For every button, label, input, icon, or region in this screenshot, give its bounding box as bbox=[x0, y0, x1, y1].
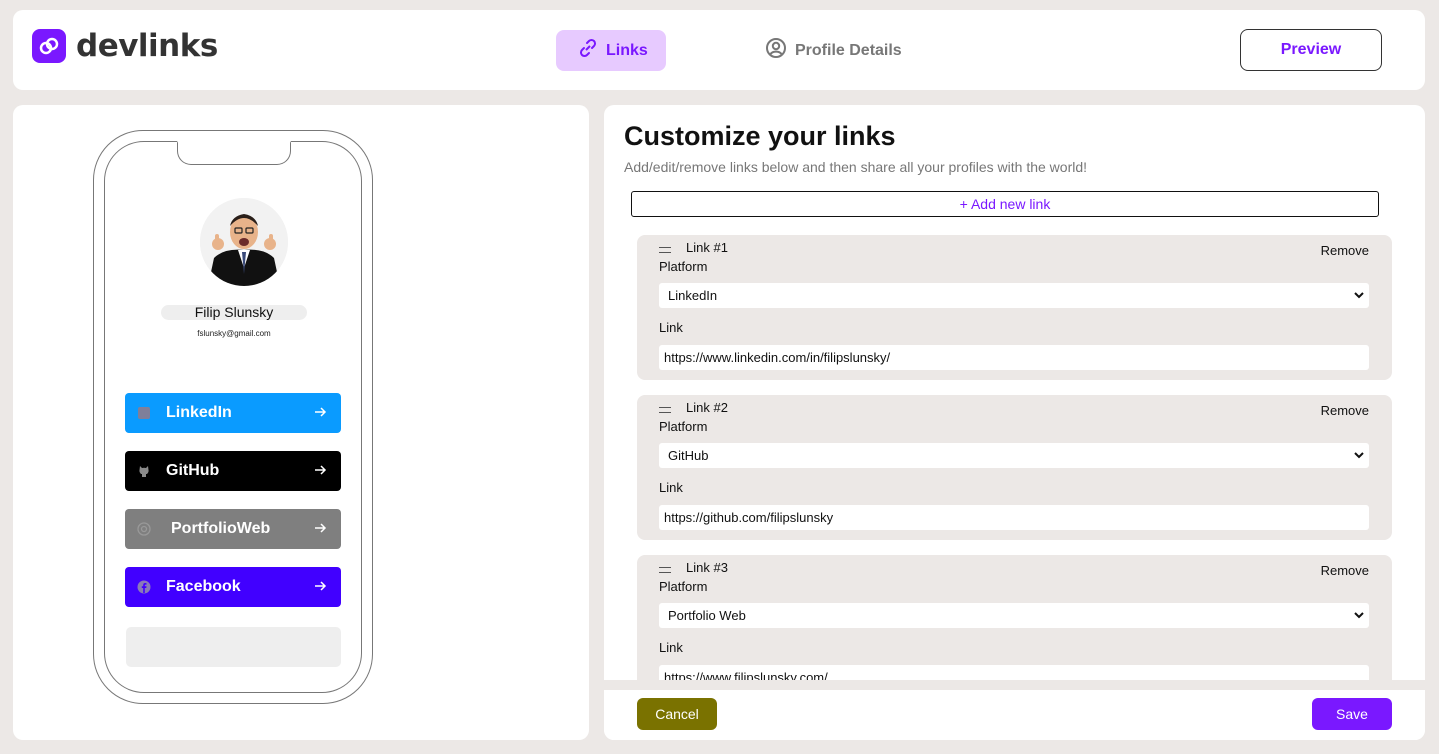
preview-link-github[interactable]: GitHub bbox=[125, 451, 341, 491]
phone-screen: Filip Slunsky fslunsky@gmail.com LinkedI… bbox=[104, 141, 362, 693]
facebook-icon bbox=[137, 580, 151, 594]
page-subtitle: Add/edit/remove links below and then sha… bbox=[624, 159, 1088, 175]
platform-select-value: GitHub bbox=[668, 448, 709, 463]
phone-preview-panel: Filip Slunsky fslunsky@gmail.com LinkedI… bbox=[13, 105, 589, 740]
platform-select[interactable]: LinkedIn bbox=[659, 283, 1369, 308]
link-url-input[interactable]: https://github.com/filipslunsky bbox=[659, 505, 1369, 530]
platform-select-value: Portfolio Web bbox=[668, 608, 746, 623]
platform-select[interactable]: GitHub bbox=[659, 443, 1369, 468]
platform-label: Platform bbox=[659, 259, 708, 274]
link-label: Link bbox=[659, 320, 683, 335]
tab-links[interactable]: Links bbox=[556, 30, 666, 71]
preview-button[interactable]: Preview bbox=[1240, 29, 1382, 71]
platform-label: Platform bbox=[659, 579, 708, 594]
remove-link-button[interactable]: Remove bbox=[1321, 563, 1369, 578]
preview-link-label: Facebook bbox=[166, 578, 241, 595]
logo-text: devlinks bbox=[76, 28, 218, 64]
preview-link-label: GitHub bbox=[166, 462, 220, 479]
platform-select[interactable]: Portfolio Web bbox=[659, 603, 1369, 628]
user-circle-icon bbox=[765, 37, 787, 64]
logo[interactable]: devlinks bbox=[32, 28, 218, 64]
arrow-right-icon bbox=[313, 463, 327, 482]
link-card: Link #3 Remove Platform Portfolio Web Li… bbox=[637, 555, 1392, 680]
link-url-input[interactable]: https://www.linkedin.com/in/filipslunsky… bbox=[659, 345, 1369, 370]
tab-profile-details[interactable]: Profile Details bbox=[743, 30, 924, 71]
preview-link-placeholder bbox=[126, 627, 341, 667]
chevron-down-icon bbox=[1353, 449, 1365, 464]
linkedin-icon bbox=[137, 406, 151, 420]
preview-link-label: LinkedIn bbox=[166, 404, 232, 421]
preview-link-portfolioweb[interactable]: PortfolioWeb bbox=[125, 509, 341, 549]
github-icon bbox=[137, 464, 151, 478]
page-title: Customize your links bbox=[624, 121, 896, 151]
links-editor-panel: Customize your links Add/edit/remove lin… bbox=[604, 105, 1425, 740]
add-new-link-button[interactable]: + Add new link bbox=[631, 191, 1379, 217]
drag-handle-icon[interactable] bbox=[659, 407, 671, 417]
tab-links-label: Links bbox=[606, 41, 648, 59]
link-url-input[interactable]: https://www.filipslunsky.com/ bbox=[659, 665, 1369, 680]
link-card-title: Link #1 bbox=[686, 240, 728, 255]
platform-label: Platform bbox=[659, 419, 708, 434]
globe-icon bbox=[137, 522, 151, 536]
phone-notch bbox=[177, 141, 291, 165]
link-card-title: Link #2 bbox=[686, 400, 728, 415]
preview-link-linkedin[interactable]: LinkedIn bbox=[125, 393, 341, 433]
link-card-title: Link #3 bbox=[686, 560, 728, 575]
link-label: Link bbox=[659, 480, 683, 495]
link-card: Link #1 Remove Platform LinkedIn Link ht… bbox=[637, 235, 1392, 380]
arrow-right-icon bbox=[313, 579, 327, 598]
links-list[interactable]: Link #1 Remove Platform LinkedIn Link ht… bbox=[604, 217, 1425, 680]
link-card: Link #2 Remove Platform GitHub Link http… bbox=[637, 395, 1392, 540]
arrow-right-icon bbox=[313, 405, 327, 424]
phone-frame: Filip Slunsky fslunsky@gmail.com LinkedI… bbox=[93, 130, 373, 704]
remove-link-button[interactable]: Remove bbox=[1321, 403, 1369, 418]
platform-select-value: LinkedIn bbox=[668, 288, 718, 303]
remove-link-button[interactable]: Remove bbox=[1321, 243, 1369, 258]
avatar bbox=[200, 198, 288, 286]
editor-footer: Cancel Save bbox=[604, 680, 1425, 740]
preview-link-label: PortfolioWeb bbox=[171, 520, 271, 537]
save-button[interactable]: Save bbox=[1312, 698, 1392, 730]
arrow-right-icon bbox=[313, 521, 327, 540]
drag-handle-icon[interactable] bbox=[659, 247, 671, 257]
preview-link-facebook[interactable]: Facebook bbox=[125, 567, 341, 607]
profile-email: fslunsky@gmail.com bbox=[197, 329, 271, 338]
profile-name: Filip Slunsky bbox=[161, 305, 307, 320]
link-icon bbox=[578, 38, 598, 63]
drag-handle-icon[interactable] bbox=[659, 567, 671, 577]
link-label: Link bbox=[659, 640, 683, 655]
cancel-button[interactable]: Cancel bbox=[637, 698, 717, 730]
logo-link-icon bbox=[32, 29, 66, 63]
chevron-down-icon bbox=[1353, 609, 1365, 624]
top-header: devlinks Links Profile Details Preview bbox=[13, 10, 1425, 90]
tab-profile-label: Profile Details bbox=[795, 41, 902, 59]
chevron-down-icon bbox=[1353, 289, 1365, 304]
